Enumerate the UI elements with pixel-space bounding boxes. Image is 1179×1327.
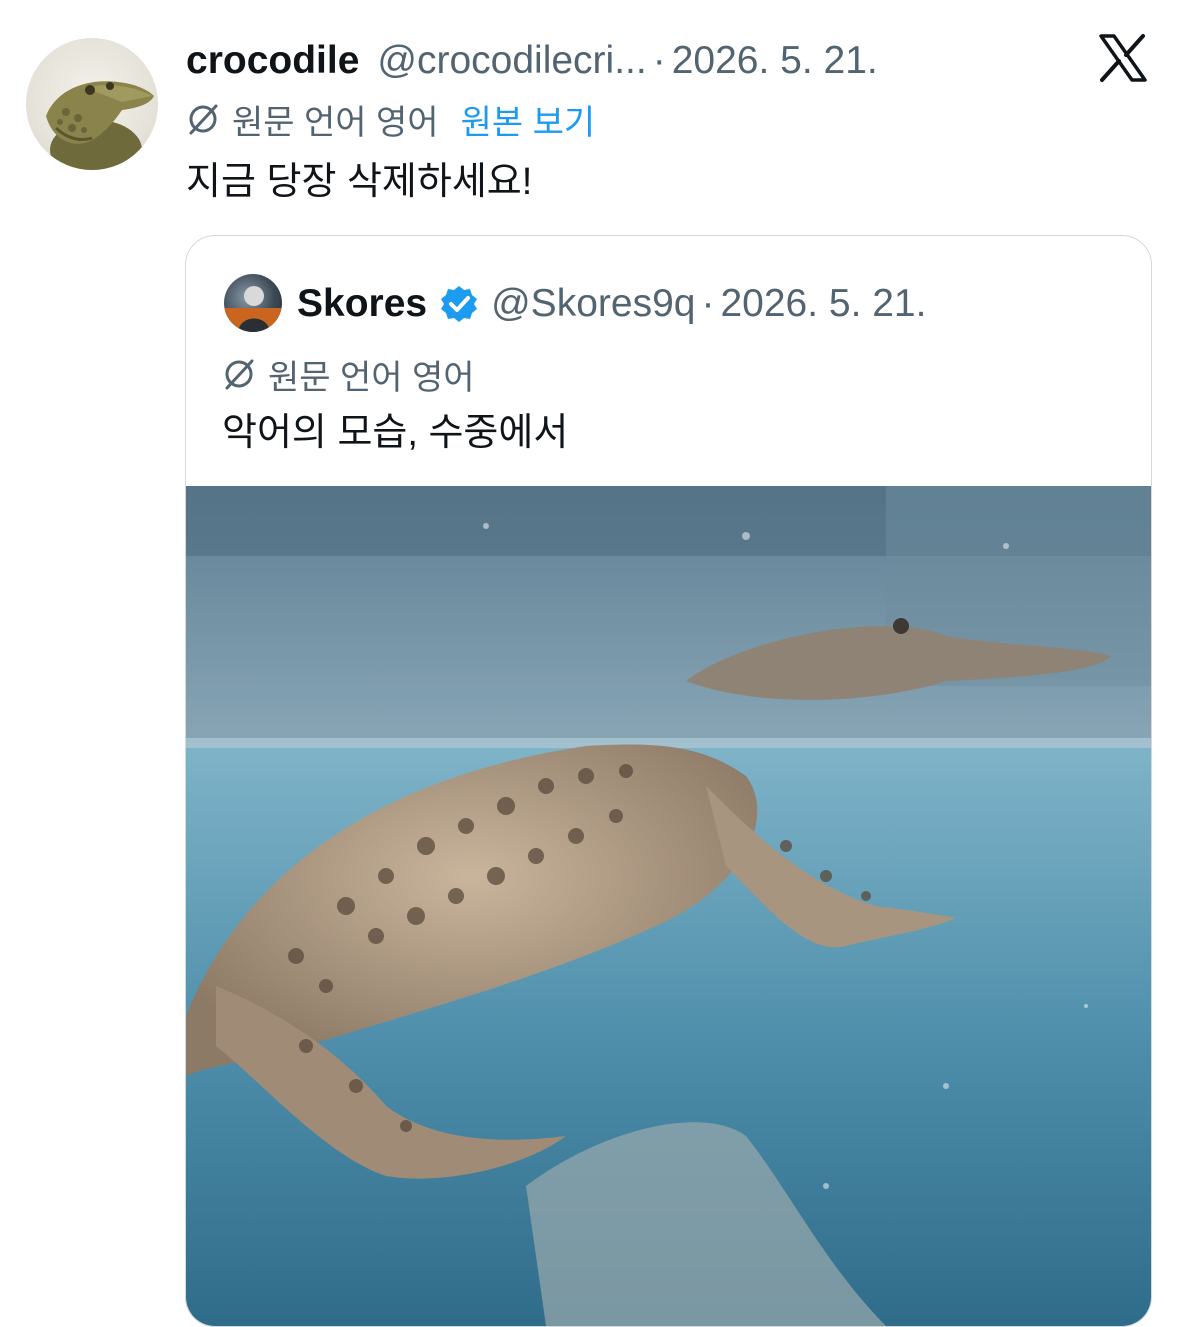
quoted-tweet-card[interactable]: Skores @Skores9q · 2026. 5. 21. 원문 언어 영어… — [185, 235, 1152, 1327]
quoted-author-name[interactable]: Skores — [297, 282, 427, 326]
tweet-date[interactable]: 2026. 5. 21. — [672, 36, 878, 86]
quoted-author-avatar[interactable] — [224, 274, 282, 332]
quoted-header: Skores @Skores9q · 2026. 5. 21. — [297, 279, 926, 329]
crocodile-video-media[interactable] — [186, 486, 1151, 1326]
author-handle[interactable]: @crocodilecri... — [377, 36, 646, 86]
tweet-header: crocodile @crocodilecri... · 2026. 5. 21… — [186, 36, 999, 86]
tweet-text: 지금 당장 삭제하세요! — [186, 161, 533, 203]
x-logo-icon[interactable] — [1098, 33, 1148, 83]
translate-icon — [225, 359, 254, 390]
quoted-translation-row: 원문 언어 영어 — [222, 352, 475, 397]
author-name[interactable]: crocodile — [186, 36, 359, 86]
translation-row: 원문 언어 영어 원본 보기 — [186, 95, 596, 144]
author-avatar[interactable] — [26, 38, 158, 170]
translate-icon — [189, 104, 218, 135]
show-original-link[interactable]: 원본 보기 — [461, 95, 596, 144]
quoted-author-handle[interactable]: @Skores9q — [491, 282, 695, 326]
translation-note: 원문 언어 영어 — [232, 103, 439, 142]
quoted-header-separator: · — [701, 282, 715, 325]
quoted-translation-note: 원문 언어 영어 — [268, 358, 475, 397]
verified-badge-icon — [441, 286, 478, 322]
quoted-tweet-text: 악어의 모습, 수중에서 — [222, 412, 569, 454]
quoted-tweet-date[interactable]: 2026. 5. 21. — [720, 282, 926, 326]
crocodile-avatar-image — [46, 81, 154, 170]
header-separator: · — [652, 39, 666, 82]
quoted-avatar-image — [224, 286, 282, 332]
